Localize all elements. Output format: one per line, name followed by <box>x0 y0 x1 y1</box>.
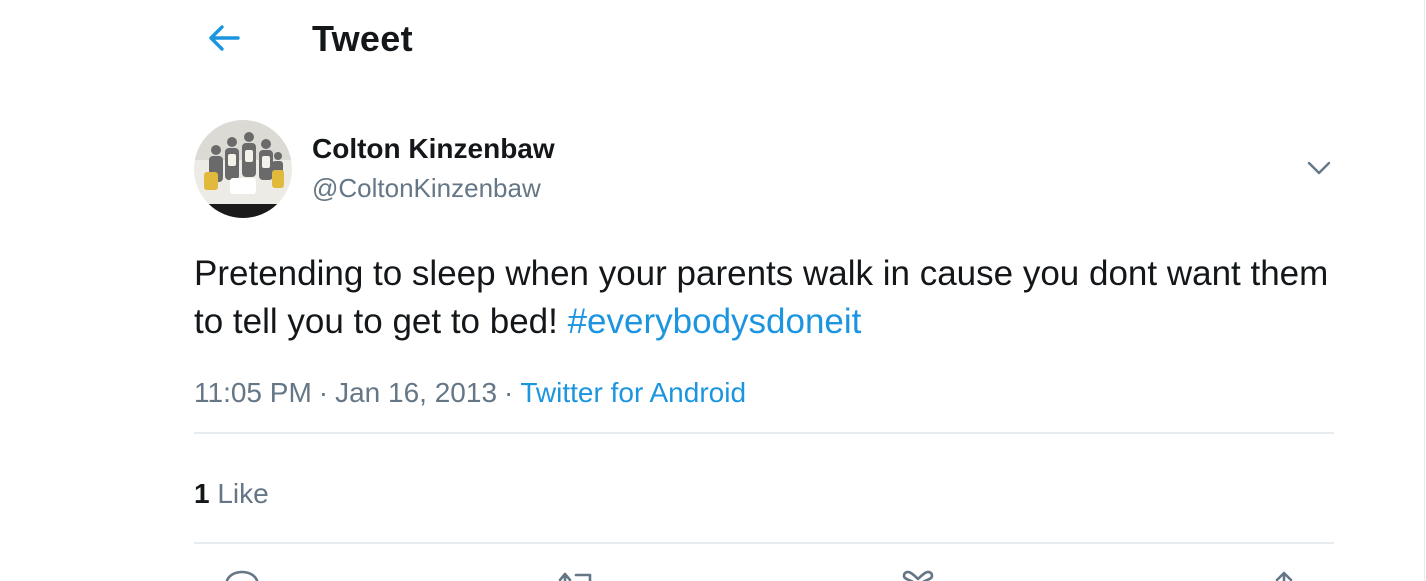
share-icon <box>1275 571 1293 581</box>
tweet-page: Tweet Colton Kinzenbaw @ColtonKinzenbaw … <box>0 0 1426 581</box>
back-button[interactable] <box>200 18 248 58</box>
meta-separator: · <box>318 377 329 408</box>
tweet-time[interactable]: 11:05 PM <box>194 377 312 408</box>
page-title: Tweet <box>312 18 413 59</box>
hashtag-link[interactable]: #everybodysdoneit <box>568 302 862 341</box>
meta-separator: · <box>504 377 514 408</box>
chevron-down-icon <box>1307 161 1331 175</box>
tweet-text: Pretending to sleep when your parents wa… <box>194 250 1334 346</box>
reply-button[interactable] <box>222 568 262 581</box>
author-handle[interactable]: @ColtonKinzenbaw <box>312 172 541 204</box>
share-button[interactable] <box>1264 568 1304 581</box>
reply-icon <box>225 570 259 581</box>
likes-count: 1 <box>194 478 210 509</box>
likes-stat[interactable]: 1 Like <box>194 476 269 512</box>
retweet-icon <box>558 572 592 581</box>
retweet-button[interactable] <box>556 568 596 581</box>
like-button[interactable] <box>898 568 938 581</box>
column-border <box>1424 0 1425 581</box>
tweet-date[interactable]: Jan 16, 2013 <box>335 377 497 408</box>
divider <box>194 432 1334 434</box>
avatar[interactable] <box>194 120 292 218</box>
more-options-button[interactable] <box>1300 152 1338 184</box>
likes-label: Like <box>217 478 269 509</box>
arrow-left-icon <box>209 25 240 51</box>
like-icon <box>902 570 934 581</box>
team-photo-avatar <box>194 120 292 218</box>
tweet-source-link[interactable]: Twitter for Android <box>520 377 746 408</box>
tweet-meta: 11:05 PM · Jan 16, 2013 · Twitter for Androi… <box>194 374 746 412</box>
divider <box>194 542 1334 544</box>
author-name[interactable]: Colton Kinzenbaw <box>312 132 555 166</box>
